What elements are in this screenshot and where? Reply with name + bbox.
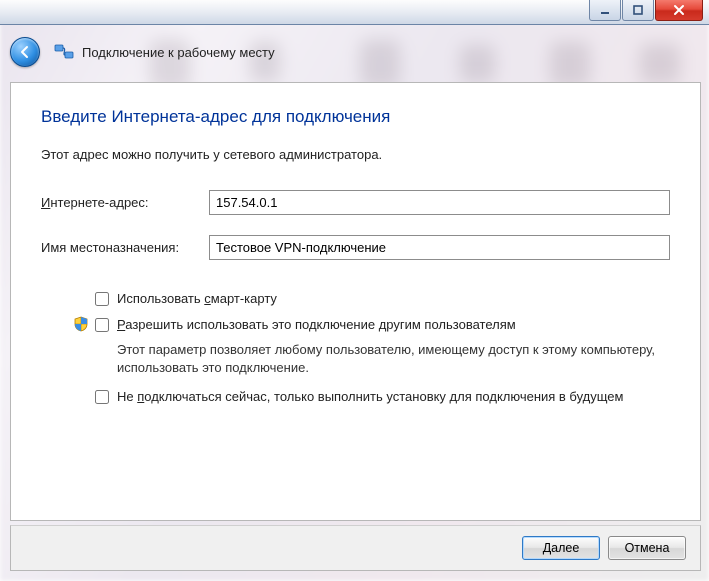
dont-connect-now-row: Не подключаться сейчас, только выполнить…	[95, 388, 670, 406]
next-button[interactable]: Далее	[522, 536, 600, 560]
maximize-button[interactable]	[622, 0, 654, 21]
internet-address-input[interactable]	[209, 190, 670, 215]
page-subtitle: Этот адрес можно получить у сетевого адм…	[41, 147, 670, 162]
minimize-button[interactable]	[589, 0, 621, 21]
allow-others-row: Разрешить использовать это подключение д…	[95, 316, 670, 334]
destination-name-input[interactable]	[209, 235, 670, 260]
page-title: Введите Интернета-адрес для подключения	[41, 107, 670, 127]
back-arrow-icon	[17, 44, 33, 60]
smartcard-row: Использовать смарт-карту	[95, 290, 670, 308]
allow-others-description: Этот параметр позволяет любому пользоват…	[117, 341, 670, 376]
dont-connect-now-label: Не подключаться сейчас, только выполнить…	[117, 388, 623, 406]
internet-address-label: Интернете-адрес:	[41, 195, 209, 210]
internet-address-row: Интернете-адрес:	[41, 190, 670, 215]
back-button[interactable]	[10, 37, 40, 67]
wizard-header: Подключение к рабочему месту	[0, 25, 709, 79]
destination-name-label: Имя местоназначения:	[41, 240, 209, 255]
minimize-icon	[599, 4, 611, 16]
window-controls	[589, 0, 703, 21]
wizard-title: Подключение к рабочему месту	[82, 45, 275, 60]
title-bar[interactable]	[0, 0, 709, 25]
wizard-footer: Далее Отмена	[10, 525, 701, 571]
wizard-content-panel: Введите Интернета-адрес для подключения …	[10, 82, 701, 521]
allow-others-label: Разрешить использовать это подключение д…	[117, 316, 516, 334]
close-button[interactable]	[655, 0, 703, 21]
smartcard-label: Использовать смарт-карту	[117, 290, 277, 308]
workplace-icon	[54, 42, 74, 62]
smartcard-checkbox[interactable]	[95, 292, 109, 306]
shield-icon	[73, 316, 89, 332]
dont-connect-now-checkbox[interactable]	[95, 390, 109, 404]
destination-name-row: Имя местоназначения:	[41, 235, 670, 260]
allow-others-checkbox[interactable]	[95, 318, 109, 332]
close-icon	[672, 3, 686, 17]
options-group: Использовать смарт-карту Разрешить испол…	[41, 290, 670, 406]
cancel-button[interactable]: Отмена	[608, 536, 686, 560]
maximize-icon	[632, 4, 644, 16]
